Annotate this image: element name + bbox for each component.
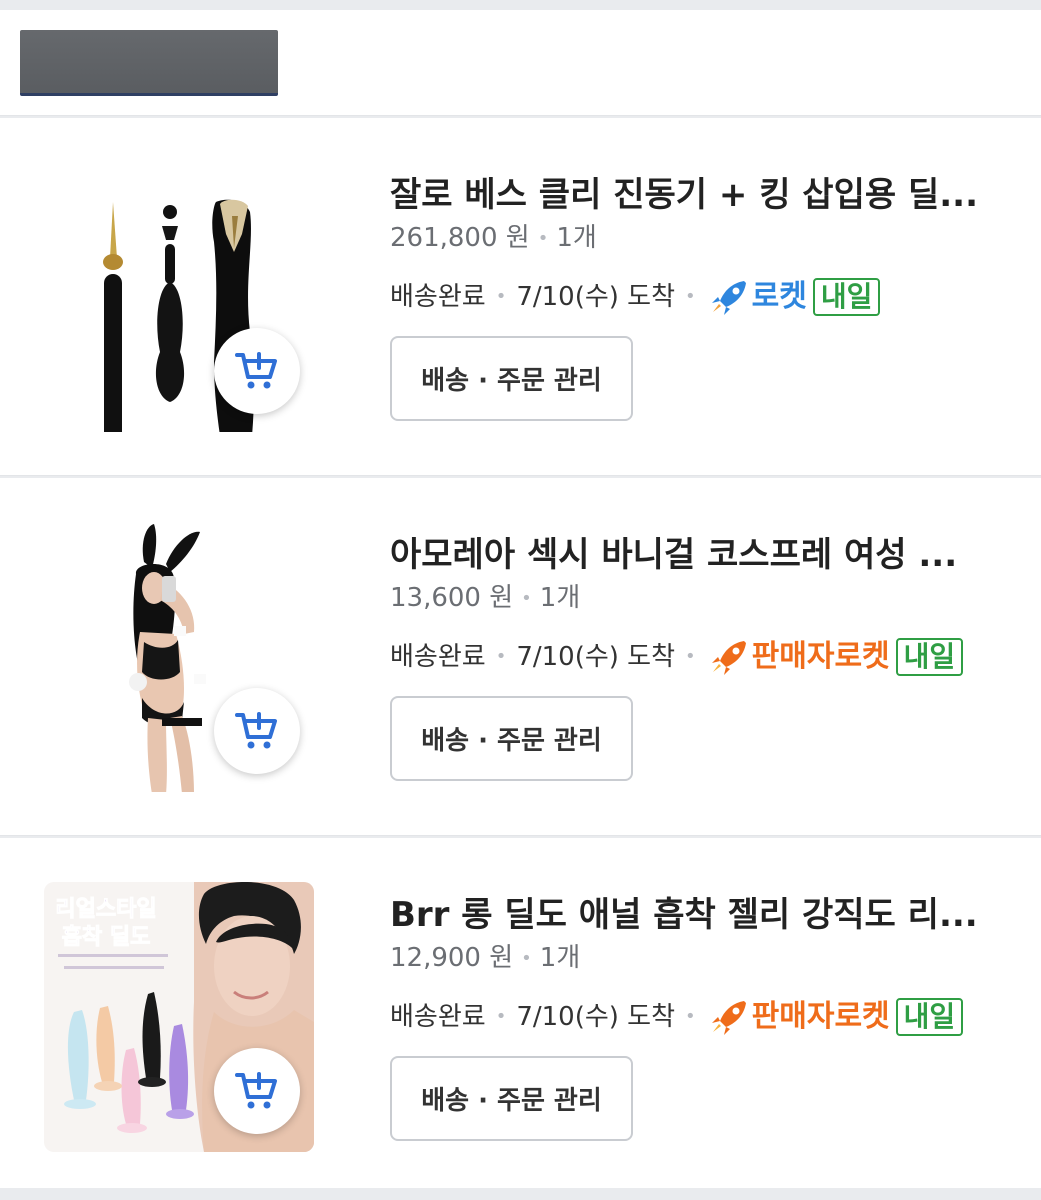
rocket-badge-label: 판매자로켓 bbox=[751, 998, 890, 1034]
tomorrow-badge: 내일 bbox=[895, 997, 964, 1036]
image-banner-text: 리얼스타일 bbox=[55, 897, 156, 922]
rocket-icon bbox=[711, 1000, 746, 1035]
manage-order-button[interactable]: 배송 · 주문 관리 bbox=[390, 1056, 633, 1141]
order-header-card bbox=[0, 10, 1041, 116]
rocket-icon bbox=[711, 640, 746, 675]
bottom-background-strip bbox=[0, 1188, 1041, 1200]
separator-dot: • bbox=[495, 645, 507, 667]
redacted-date-bar bbox=[20, 30, 278, 96]
tomorrow-badge: 내일 bbox=[895, 637, 964, 676]
add-to-cart-icon bbox=[235, 712, 277, 749]
order-item[interactable]: 잘로 베스 클리 진동기 + 킹 삽입용 딜... 261,800 원 • 1개 배… bbox=[0, 118, 1041, 476]
price: 261,800 원 bbox=[390, 223, 530, 253]
price: 12,900 원 bbox=[390, 943, 514, 973]
product-title[interactable]: 아모레아 섹시 바니걸 코스프레 여성 ... bbox=[390, 532, 990, 578]
delivery-status: 배송완료 bbox=[390, 281, 486, 312]
delivery-status: 배송완료 bbox=[390, 1001, 486, 1032]
add-to-cart-button[interactable] bbox=[214, 328, 300, 414]
rocket-badge: 로켓 bbox=[710, 277, 807, 317]
rocket-badge-label: 판매자로켓 bbox=[751, 638, 890, 674]
separator-dot: • bbox=[495, 285, 507, 307]
delivery-status: 배송완료 bbox=[390, 641, 486, 672]
order-item[interactable]: 리얼스타일 흡착 딜도 Brr 롱 딜도 애널 흡착 젤리 강직도 리... 1… bbox=[0, 838, 1041, 1188]
add-to-cart-button[interactable] bbox=[214, 688, 300, 774]
rocket-icon bbox=[711, 280, 746, 315]
rocket-badge-label: 로켓 bbox=[751, 278, 807, 314]
price: 13,600 원 bbox=[390, 583, 514, 613]
separator-dot: • bbox=[685, 285, 696, 307]
product-title[interactable]: 잘로 베스 클리 진동기 + 킹 삽입용 딜... bbox=[390, 172, 990, 218]
separator-dot: • bbox=[521, 587, 532, 609]
top-background-strip bbox=[0, 0, 1041, 10]
product-title[interactable]: Brr 롱 딜도 애널 흡착 젤리 강직도 리... bbox=[390, 892, 990, 938]
separator-dot: • bbox=[537, 227, 549, 249]
manage-order-button[interactable]: 배송 · 주문 관리 bbox=[390, 336, 633, 421]
tomorrow-badge: 내일 bbox=[812, 277, 881, 316]
image-banner-text: 흡착 딜도 bbox=[62, 925, 151, 950]
quantity: 1개 bbox=[539, 583, 581, 613]
separator-dot: • bbox=[685, 645, 696, 667]
order-item[interactable]: 아모레아 섹시 바니걸 코스프레 여성 ... 13,600 원 • 1개 배송완료… bbox=[0, 478, 1041, 836]
add-to-cart-icon bbox=[235, 352, 277, 389]
separator-dot: • bbox=[521, 947, 532, 969]
arrival-date: 7/10(수) 도착 bbox=[516, 1001, 676, 1032]
quantity: 1개 bbox=[556, 223, 597, 253]
separator-dot: • bbox=[495, 1005, 507, 1027]
arrival-date: 7/10(수) 도착 bbox=[516, 281, 676, 312]
separator-dot: • bbox=[685, 1005, 696, 1027]
quantity: 1개 bbox=[539, 943, 581, 973]
add-to-cart-button[interactable] bbox=[214, 1048, 300, 1134]
add-to-cart-icon bbox=[235, 1072, 277, 1109]
seller-rocket-badge: 판매자로켓 bbox=[710, 637, 890, 677]
seller-rocket-badge: 판매자로켓 bbox=[710, 997, 890, 1037]
manage-order-button[interactable]: 배송 · 주문 관리 bbox=[390, 696, 633, 781]
arrival-date: 7/10(수) 도착 bbox=[516, 641, 676, 672]
